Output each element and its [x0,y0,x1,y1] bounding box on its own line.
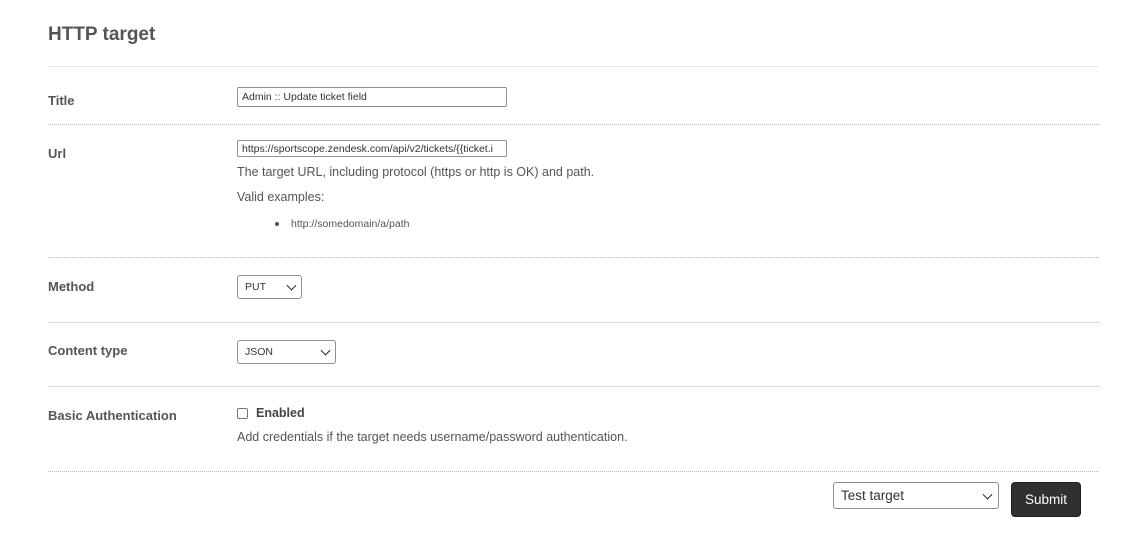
basic-auth-hint: Add credentials if the target needs user… [237,430,628,444]
method-label: Method [48,279,95,294]
title-label: Title [48,93,75,108]
submit-button[interactable]: Submit [1011,482,1081,517]
list-item: http://somedomain/a/path [273,218,410,230]
test-target-select[interactable]: Test target [833,482,999,509]
test-target-select-value: Test target [841,488,905,503]
example-url: http://somedomain/a/path [291,218,410,230]
chevron-down-icon [286,280,297,291]
chevron-down-icon [982,489,993,500]
page-title: HTTP target [48,24,156,45]
content-type-select[interactable]: JSON [237,340,336,364]
row-divider [48,124,1099,125]
row-divider [48,257,1099,258]
row-divider [48,322,1099,323]
header-divider [48,66,1099,67]
content-type-select-value: JSON [245,346,274,358]
method-select-value: PUT [245,281,266,293]
url-input[interactable] [237,140,507,157]
content-type-label: Content type [48,343,128,358]
title-input[interactable] [237,87,507,107]
url-label: Url [48,146,67,161]
url-examples-list: http://somedomain/a/path [273,218,410,230]
basic-auth-label: Basic Authentication [48,408,177,423]
url-examples-label: Valid examples: [237,190,325,204]
url-hint: The target URL, including protocol (http… [237,165,595,179]
row-divider [48,471,1099,472]
basic-auth-checkbox-label[interactable]: Enabled [256,406,305,420]
bullet-icon [275,222,279,226]
basic-auth-checkbox[interactable] [237,408,248,419]
row-divider [48,386,1099,387]
chevron-down-icon [320,345,331,356]
method-select[interactable]: PUT [237,275,302,299]
